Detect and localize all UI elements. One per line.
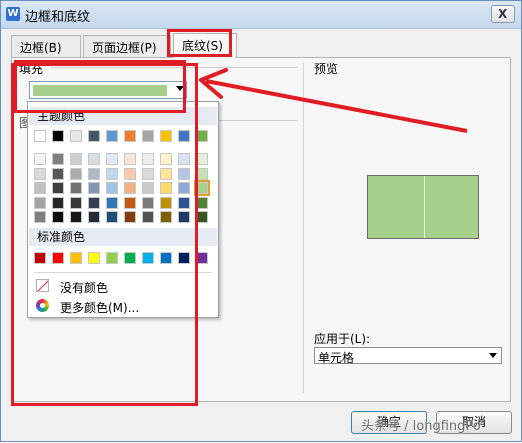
watermark: 头条号 / longfingPo (361, 419, 481, 434)
close-button[interactable]: X (491, 5, 515, 23)
apply-to-value: 单元格 (318, 351, 355, 365)
apply-to-label: 应用于(L): (314, 332, 371, 346)
preview-label: 预览 (314, 62, 339, 76)
apply-to-select[interactable]: 单元格 (314, 347, 502, 365)
preview-box (367, 175, 479, 239)
vertical-divider (303, 63, 304, 393)
wps-writer-icon: W (6, 7, 20, 21)
tab-page-border[interactable]: 页面边框(P) (83, 35, 171, 57)
chevron-down-icon[interactable] (489, 353, 497, 358)
annotation-box-tab (167, 29, 232, 57)
title-bar[interactable]: W 边框和底纹 X (1, 1, 521, 29)
dialog-title: 边框和底纹 (25, 10, 91, 25)
tab-borders[interactable]: 边框(B) (11, 35, 81, 57)
annotation-box-palette (11, 63, 198, 406)
close-icon: X (498, 7, 508, 21)
borders-shading-dialog: W 边框和底纹 X 边框(B) 页面边框(P) 底纹(S) 填充 图 预览 应用… (0, 0, 522, 442)
preview-cell-divider (424, 176, 425, 238)
